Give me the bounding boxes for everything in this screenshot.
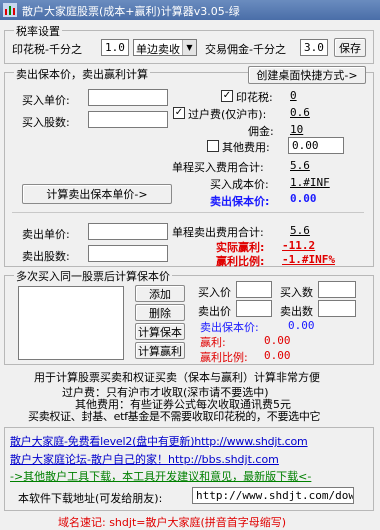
window-title: 散户大家庭股票(成本+赢利)计算器v3.05-绿	[22, 5, 240, 18]
multi-buy-price-label: 买入价	[198, 286, 231, 299]
tax-settings-title: 税率设置	[14, 23, 62, 39]
transfer-fee-label: 过户费(仅沪市):	[188, 108, 267, 121]
buy-qty-label: 买入股数:	[22, 116, 70, 129]
profit-ratio-label: 赢利比例:	[216, 255, 265, 268]
sell-qty-label: 卖出股数:	[22, 250, 70, 263]
multi-buy-price-input[interactable]	[236, 281, 272, 298]
sell-qty-input[interactable]	[88, 245, 168, 262]
buy-cost-label: 买入成本价:	[210, 178, 269, 191]
info-line-1: 用于计算股票买卖和权证买卖（保本与赢利）计算非常方便	[34, 371, 320, 384]
commission-rate-input[interactable]: 3.0	[300, 39, 328, 56]
stamp-tax-check-label: 印花税:	[236, 91, 273, 104]
chevron-down-icon: ▼	[182, 40, 196, 55]
breakeven-price-value: 0.00	[290, 192, 317, 205]
section-divider	[12, 212, 364, 213]
download-url-input[interactable]: http://www.shdjt.com/downl	[192, 487, 354, 504]
unit-buy-fee-value: 5.6	[290, 159, 310, 172]
stamp-tax-input[interactable]: 1.0	[101, 39, 129, 56]
multi-sell-price-input[interactable]	[236, 300, 272, 317]
multi-buy-qty-input[interactable]	[318, 281, 356, 298]
multi-sell-qty-input[interactable]	[318, 300, 356, 317]
stamp-tax-label: 印花税-千分之	[12, 43, 82, 56]
other-fee-input[interactable]: 0.00	[288, 137, 344, 154]
multi-ratio-value: 0.00	[264, 349, 291, 362]
multi-sell-qty-label: 卖出数	[280, 305, 313, 318]
multi-profit-value: 0.00	[264, 334, 291, 347]
forum-link[interactable]: 散户大家庭论坛-散户自己的家！http://bbs.shdjt.com	[10, 451, 279, 467]
calc-breakeven-button[interactable]: 计算卖出保本单价->	[22, 184, 172, 204]
unit-buy-fee-label: 单程买入费用合计:	[172, 161, 264, 174]
commission-amount-label: 佣金:	[248, 125, 274, 138]
other-fee-label: 其他费用:	[222, 141, 270, 154]
transfer-fee-checkbox[interactable]: ✓	[173, 107, 185, 119]
transfer-fee-amount: 0.6	[290, 106, 310, 119]
tax-direction-select[interactable]: 单边卖收 ▼	[133, 39, 197, 56]
actual-profit-value: -11.2	[282, 239, 316, 252]
multi-buy-qty-label: 买入数	[280, 286, 313, 299]
level2-link[interactable]: 散户大家庭-免费看level2(盘中有更新)http://www.shdjt.c…	[10, 433, 308, 449]
add-button[interactable]: 添加	[135, 285, 185, 302]
profit-ratio-value: -1.#INF%	[282, 253, 335, 266]
stamp-tax-checkbox[interactable]: ✓	[221, 90, 233, 102]
create-shortcut-button[interactable]: 创建桌面快捷方式->	[248, 66, 366, 84]
multi-profit-label: 赢利:	[200, 336, 226, 349]
buy-price-input[interactable]	[88, 89, 168, 106]
buy-qty-input[interactable]	[88, 111, 168, 128]
multi-sell-price-label: 卖出价	[198, 305, 231, 318]
sell-price-input[interactable]	[88, 223, 168, 240]
multi-ratio-label: 赢利比例:	[200, 351, 248, 364]
breakeven-price-label: 卖出保本价:	[210, 195, 270, 208]
breakeven-title: 卖出保本价，卖出赢利计算	[14, 66, 150, 82]
multi-buy-title: 多次买入同一股票后计算保本价	[14, 268, 172, 284]
save-button[interactable]: 保存	[334, 38, 366, 57]
other-fee-checkbox[interactable]	[207, 140, 219, 152]
tax-direction-value: 单边卖收	[136, 43, 180, 56]
title-bar: 散户大家庭股票(成本+赢利)计算器v3.05-绿	[0, 0, 380, 20]
buy-cost-value: 1.#INF	[290, 176, 330, 189]
unit-sell-fee-value: 5.6	[290, 224, 310, 237]
footer-domain-note: 域名速记: shdjt=散户大家庭(拼音首字母缩写)	[58, 516, 287, 529]
tools-download-link[interactable]: ->其他散户工具下载，本工具开发建议和意见，最新版下载<-	[10, 468, 311, 484]
delete-button[interactable]: 删除	[135, 304, 185, 321]
download-url-label: 本软件下载地址(可发给朋友):	[18, 492, 163, 505]
calc-profit-multi-button[interactable]: 计算赢利	[135, 342, 185, 359]
info-line-4: 买卖权证、封基、etf基金是不需要收取印花税的，不要选中它	[28, 410, 321, 423]
app-icon	[3, 3, 17, 17]
buy-records-list[interactable]	[18, 286, 124, 360]
multi-breakeven-label: 卖出保本价:	[200, 321, 259, 334]
sell-price-label: 卖出单价:	[22, 228, 70, 241]
buy-price-label: 买入单价:	[22, 94, 70, 107]
calc-breakeven-multi-button[interactable]: 计算保本	[135, 323, 185, 340]
commission-rate-label: 交易佣金-千分之	[205, 43, 286, 56]
stamp-tax-amount: 0	[290, 89, 297, 102]
unit-sell-fee-label: 单程卖出费用合计:	[172, 226, 264, 239]
multi-breakeven-value: 0.00	[288, 319, 315, 332]
commission-amount: 10	[290, 123, 304, 136]
